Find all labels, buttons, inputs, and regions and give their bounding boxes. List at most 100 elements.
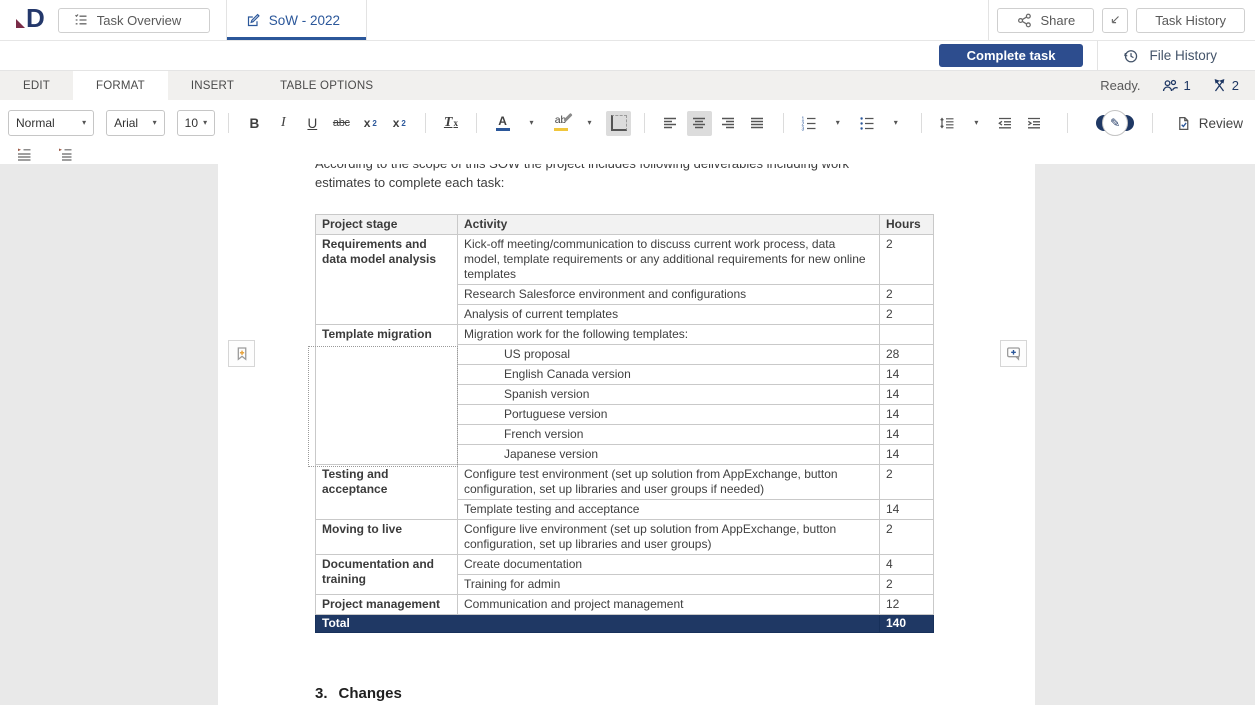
total-value[interactable]: 140 bbox=[880, 615, 934, 633]
hours-cell[interactable]: 14 bbox=[880, 445, 934, 465]
activity-cell[interactable]: Create documentation bbox=[458, 555, 880, 575]
activity-cell[interactable]: Configure test environment (set up solut… bbox=[458, 465, 880, 500]
track-changes-toggle[interactable]: ✎ bbox=[1096, 110, 1129, 136]
outdent-button[interactable] bbox=[993, 111, 1018, 136]
activity-cell[interactable]: Template testing and acceptance bbox=[458, 500, 880, 520]
align-right-button[interactable] bbox=[716, 111, 741, 136]
chevron-down-icon: ▾ bbox=[203, 119, 207, 127]
stage-cell[interactable]: Project management bbox=[316, 595, 458, 615]
column-header-project-stage[interactable]: Project stage bbox=[316, 215, 458, 235]
unordered-list-button[interactable] bbox=[854, 111, 879, 136]
hours-cell[interactable]: 12 bbox=[880, 595, 934, 615]
complete-task-button[interactable]: Complete task bbox=[939, 44, 1084, 67]
hours-cell[interactable]: 14 bbox=[880, 385, 934, 405]
divider bbox=[921, 113, 922, 133]
indent-button[interactable] bbox=[1022, 111, 1047, 136]
conflicts-indicator[interactable]: 2 bbox=[1211, 77, 1239, 94]
app-logo[interactable]: D bbox=[16, 6, 44, 30]
task-overview-button[interactable]: Task Overview bbox=[58, 8, 210, 33]
activity-cell[interactable]: Kick-off meeting/communication to discus… bbox=[458, 235, 880, 285]
hours-cell[interactable]: 28 bbox=[880, 345, 934, 365]
align-center-button[interactable] bbox=[687, 111, 712, 136]
activity-cell[interactable]: Research Salesforce environment and conf… bbox=[458, 285, 880, 305]
line-spacing-chevron[interactable]: ▾ bbox=[964, 111, 989, 136]
activity-cell[interactable]: Portuguese version bbox=[458, 405, 880, 425]
column-header-hours[interactable]: Hours bbox=[880, 215, 934, 235]
ribbon-tab-format[interactable]: FORMAT bbox=[73, 71, 168, 100]
edit-doc-icon bbox=[245, 12, 261, 28]
hours-cell[interactable]: 2 bbox=[880, 575, 934, 595]
hours-cell[interactable]: 14 bbox=[880, 425, 934, 445]
hours-cell[interactable]: 2 bbox=[880, 465, 934, 500]
font-color-button[interactable]: A bbox=[490, 111, 515, 136]
hours-cell[interactable]: 2 bbox=[880, 285, 934, 305]
subscript-button[interactable]: x2 bbox=[387, 111, 412, 136]
activity-cell[interactable]: French version bbox=[458, 425, 880, 445]
share-button[interactable]: Share bbox=[997, 8, 1095, 33]
stage-cell[interactable]: Documentation and training bbox=[316, 555, 458, 595]
activity-cell[interactable]: Japanese version bbox=[458, 445, 880, 465]
activity-cell[interactable]: Analysis of current templates bbox=[458, 305, 880, 325]
unordered-list-chevron[interactable]: ▾ bbox=[883, 111, 908, 136]
activity-cell[interactable]: Spanish version bbox=[458, 385, 880, 405]
line-spacing-button[interactable] bbox=[935, 111, 960, 136]
review-button[interactable]: Review bbox=[1169, 115, 1249, 132]
font-family-dropdown[interactable]: Arial ▾ bbox=[106, 110, 165, 136]
stage-cell[interactable]: Template migration bbox=[316, 325, 458, 465]
ltr-direction-button[interactable] bbox=[12, 142, 37, 167]
clear-formatting-button[interactable]: Tx bbox=[438, 111, 463, 136]
font-color-chevron[interactable]: ▾ bbox=[519, 111, 544, 136]
underline-button[interactable]: U bbox=[300, 111, 325, 136]
superscript-button[interactable]: x2 bbox=[358, 111, 383, 136]
hours-cell[interactable]: 2 bbox=[880, 305, 934, 325]
activity-cell[interactable]: Configure live environment (set up solut… bbox=[458, 520, 880, 555]
font-family-value: Arial bbox=[114, 116, 138, 130]
collaborators-indicator[interactable]: 1 bbox=[1161, 77, 1191, 94]
activity-cell[interactable]: US proposal bbox=[458, 345, 880, 365]
hours-cell[interactable]: 14 bbox=[880, 500, 934, 520]
ordered-list-chevron[interactable]: ▾ bbox=[825, 111, 850, 136]
dock-panel-button[interactable] bbox=[1102, 8, 1128, 33]
deliverables-table[interactable]: Project stage Activity Hours Requirement… bbox=[315, 214, 934, 633]
add-bookmark-button[interactable] bbox=[228, 340, 255, 367]
chevron-down-icon: ▾ bbox=[82, 119, 86, 127]
section-heading[interactable]: 3. Changes bbox=[315, 685, 402, 702]
hours-cell[interactable]: 4 bbox=[880, 555, 934, 575]
bold-button[interactable]: B bbox=[242, 111, 267, 136]
highlight-color-button[interactable]: ab bbox=[548, 111, 573, 136]
intro-paragraph[interactable]: According to the scope of this SOW the p… bbox=[315, 164, 955, 192]
activity-cell[interactable]: Migration work for the following templat… bbox=[458, 325, 880, 345]
activity-cell[interactable]: Communication and project management bbox=[458, 595, 880, 615]
add-comment-button[interactable] bbox=[1000, 340, 1027, 367]
document-tab[interactable]: SoW - 2022 bbox=[227, 0, 366, 40]
justify-button[interactable] bbox=[745, 111, 770, 136]
hours-cell[interactable]: 14 bbox=[880, 365, 934, 385]
hours-cell[interactable]: 14 bbox=[880, 405, 934, 425]
stage-cell[interactable]: Moving to live bbox=[316, 520, 458, 555]
file-history-button[interactable]: File History bbox=[1098, 47, 1255, 64]
font-size-dropdown[interactable]: 10 ▾ bbox=[177, 110, 216, 136]
rtl-direction-button[interactable] bbox=[53, 142, 78, 167]
total-label[interactable]: Total bbox=[316, 615, 880, 633]
strikethrough-button[interactable]: abc bbox=[329, 111, 354, 136]
hours-cell[interactable] bbox=[880, 325, 934, 345]
history-icon bbox=[1122, 47, 1139, 64]
hours-cell[interactable]: 2 bbox=[880, 235, 934, 285]
stage-cell[interactable]: Requirements and data model analysis bbox=[316, 235, 458, 325]
task-history-button[interactable]: Task History bbox=[1136, 8, 1245, 33]
highlight-color-chevron[interactable]: ▾ bbox=[577, 111, 602, 136]
borders-button[interactable] bbox=[606, 111, 631, 136]
align-left-button[interactable] bbox=[658, 111, 683, 136]
activity-cell[interactable]: English Canada version bbox=[458, 365, 880, 385]
italic-button[interactable]: I bbox=[271, 111, 296, 136]
ribbon-tab-edit[interactable]: EDIT bbox=[0, 71, 73, 100]
column-header-activity[interactable]: Activity bbox=[458, 215, 880, 235]
paragraph-style-dropdown[interactable]: Normal ▾ bbox=[8, 110, 94, 136]
stage-cell[interactable]: Testing and acceptance bbox=[316, 465, 458, 520]
hours-cell[interactable]: 2 bbox=[880, 520, 934, 555]
paragraph-style-value: Normal bbox=[16, 116, 55, 130]
ordered-list-button[interactable]: 1 2 3 bbox=[796, 111, 821, 136]
ribbon-tab-insert[interactable]: INSERT bbox=[168, 71, 257, 100]
activity-cell[interactable]: Training for admin bbox=[458, 575, 880, 595]
ribbon-tab-table-options[interactable]: TABLE OPTIONS bbox=[257, 71, 396, 100]
